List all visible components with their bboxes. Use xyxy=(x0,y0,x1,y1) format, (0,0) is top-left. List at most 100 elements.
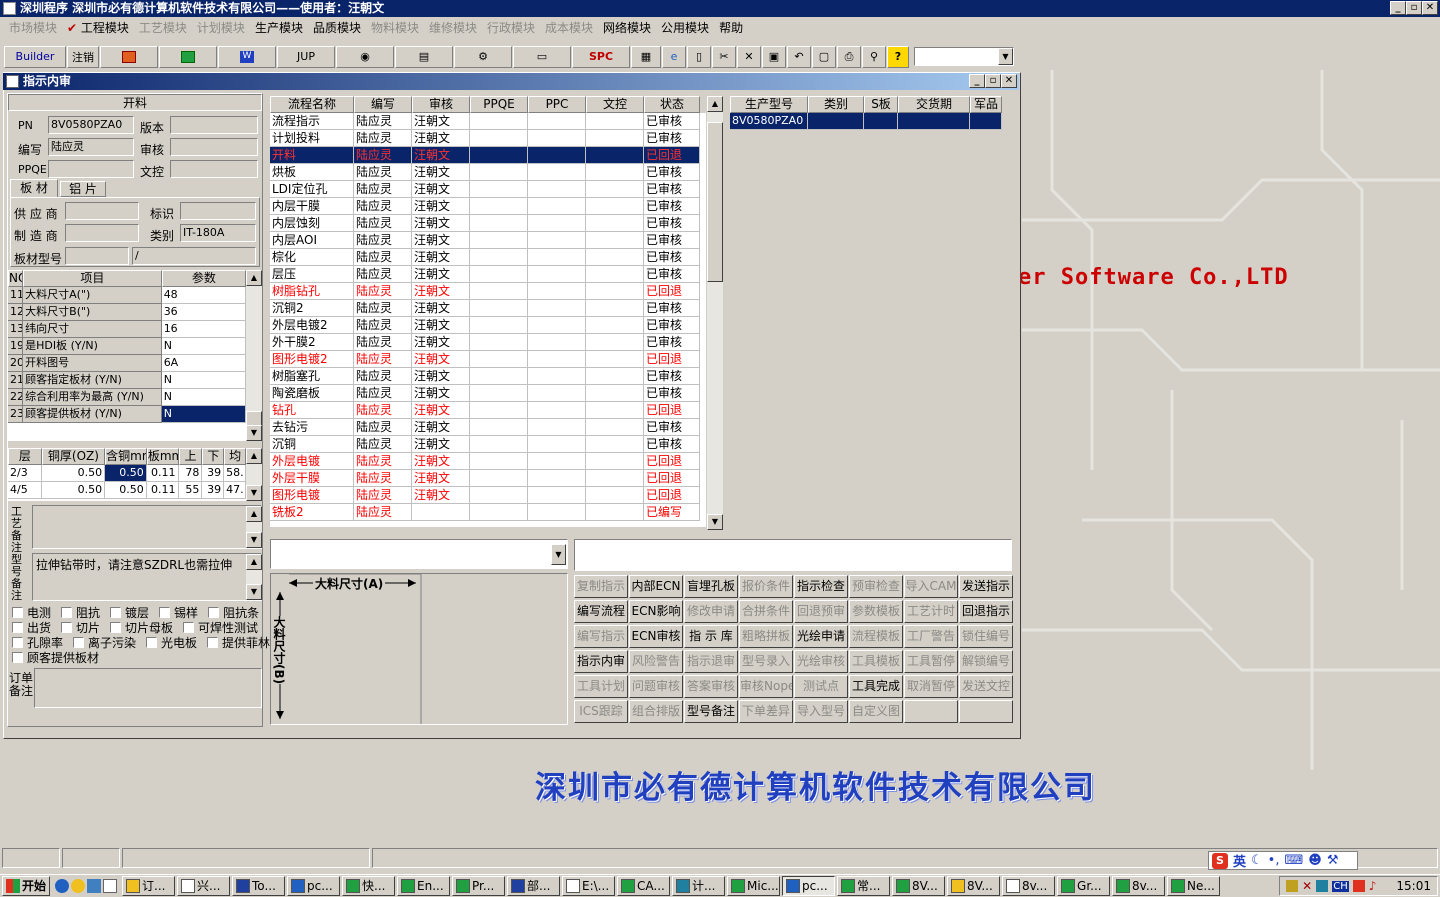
flow-row[interactable]: 沉铜2 陆应灵 汪朝文 已审核 xyxy=(270,300,706,317)
craft-note-field[interactable] xyxy=(32,505,262,549)
layer-header-cell[interactable]: 均 xyxy=(224,448,246,465)
flow-cell[interactable]: 陆应灵 xyxy=(354,402,412,419)
scroll-down-icon[interactable]: ▼ xyxy=(246,532,262,548)
flow-cell[interactable]: 陆应灵 xyxy=(354,249,412,266)
flow-cell[interactable] xyxy=(470,504,528,521)
flow-header-cell[interactable]: 编写 xyxy=(354,96,412,113)
action-button[interactable]: 复制指示 xyxy=(574,575,628,598)
model-cell[interactable] xyxy=(864,113,898,130)
flow-cell[interactable]: 汪朝文 xyxy=(412,334,470,351)
flow-cell[interactable] xyxy=(470,317,528,334)
flow-row[interactable]: 图形电镀2 陆应灵 汪朝文 已回退 xyxy=(270,351,706,368)
computer-icon[interactable]: ▭ xyxy=(513,45,571,68)
taskbar-item[interactable]: 兴... xyxy=(177,876,231,896)
layer-cell[interactable]: 39 xyxy=(202,465,225,482)
action-button[interactable]: 粗略拼板 xyxy=(739,625,793,648)
flow-cell[interactable] xyxy=(470,130,528,147)
action-button[interactable]: 指 示 库 xyxy=(684,625,738,648)
model-cell[interactable]: 8V0580PZA0 xyxy=(730,113,808,130)
model-field-2[interactable]: / xyxy=(132,247,256,265)
flow-cell[interactable]: 外干膜2 xyxy=(270,334,354,351)
flow-cell[interactable] xyxy=(528,453,586,470)
taskbar-item[interactable]: 订... xyxy=(122,876,176,896)
taskbar-item[interactable]: 常... xyxy=(837,876,891,896)
flow-cell[interactable] xyxy=(528,504,586,521)
moon-icon[interactable]: ☾ xyxy=(1251,853,1263,868)
flow-cell[interactable]: 汪朝文 xyxy=(412,164,470,181)
flow-cell[interactable] xyxy=(586,487,644,504)
chevron-down-icon[interactable]: ▼ xyxy=(998,48,1013,65)
menu-item-4[interactable]: 生产模块 xyxy=(250,19,308,36)
flow-cell[interactable] xyxy=(528,487,586,504)
new-file-icon[interactable]: ▯ xyxy=(687,45,711,68)
flow-cell[interactable] xyxy=(528,351,586,368)
flow-cell[interactable] xyxy=(470,436,528,453)
flow-cell[interactable] xyxy=(470,453,528,470)
action-button[interactable]: 发送文控 xyxy=(959,675,1013,698)
flow-cell[interactable] xyxy=(528,402,586,419)
params-header-cell[interactable]: 项目 xyxy=(23,270,162,287)
layer-cell[interactable]: 0.50 xyxy=(105,465,147,482)
flow-cell[interactable] xyxy=(528,198,586,215)
flow-cell[interactable]: 图形电镀2 xyxy=(270,351,354,368)
flow-cell[interactable] xyxy=(470,487,528,504)
params-cell[interactable]: 综合利用率为最高 (Y/N) xyxy=(23,389,162,406)
action-button[interactable]: 问题审核 xyxy=(629,675,683,698)
flow-cell[interactable]: 已审核 xyxy=(644,419,700,436)
help-icon[interactable]: ? xyxy=(887,45,909,68)
flow-cell[interactable]: 外层干膜 xyxy=(270,470,354,487)
flow-cell[interactable] xyxy=(470,385,528,402)
params-cell[interactable]: 6A xyxy=(161,355,246,372)
params-row[interactable]: 21 顾客指定板材 (Y/N) N xyxy=(8,372,246,389)
flow-cell[interactable]: 已审核 xyxy=(644,300,700,317)
builder-button[interactable]: Builder xyxy=(4,45,66,68)
taskbar-item[interactable]: CA... xyxy=(617,876,671,896)
flow-cell[interactable] xyxy=(586,130,644,147)
flow-row[interactable]: 外层电镀2 陆应灵 汪朝文 已审核 xyxy=(270,317,706,334)
taskbar-item[interactable]: En... xyxy=(397,876,451,896)
flow-cell[interactable]: 汪朝文 xyxy=(412,266,470,283)
flow-cell[interactable]: LDI定位孔 xyxy=(270,181,354,198)
taskbar-item[interactable]: Ne... xyxy=(1167,876,1221,896)
flow-cell[interactable] xyxy=(470,147,528,164)
action-button[interactable]: 编写指示 xyxy=(574,625,628,648)
scroll-down-icon[interactable]: ▼ xyxy=(707,514,723,530)
flow-cell[interactable]: 汪朝文 xyxy=(412,453,470,470)
flow-cell[interactable] xyxy=(470,300,528,317)
params-cell[interactable]: 顾客提供板材 (Y/N) xyxy=(23,406,162,423)
notepad-icon[interactable] xyxy=(103,879,118,893)
flow-cell[interactable]: 陆应灵 xyxy=(354,164,412,181)
layer-cell[interactable]: 39 xyxy=(202,482,225,499)
flow-row[interactable]: 内层AOI 陆应灵 汪朝文 已审核 xyxy=(270,232,706,249)
flow-header-cell[interactable]: PPQE xyxy=(470,96,528,113)
flow-cell[interactable] xyxy=(470,470,528,487)
flow-combo[interactable]: ▼ xyxy=(270,539,568,569)
action-button[interactable]: 下单差异 xyxy=(739,700,793,723)
flow-cell[interactable] xyxy=(528,266,586,283)
close-button[interactable]: ✕ xyxy=(1422,1,1438,15)
menu-item-9[interactable]: 成本模块 xyxy=(540,19,598,36)
flow-cell[interactable]: 已回退 xyxy=(644,147,700,164)
flow-cell[interactable]: 陶瓷磨板 xyxy=(270,385,354,402)
params-cell[interactable]: 22 xyxy=(8,389,24,406)
flow-cell[interactable]: 陆应灵 xyxy=(354,334,412,351)
flow-cell[interactable] xyxy=(586,198,644,215)
flow-cell[interactable] xyxy=(528,334,586,351)
flow-cell[interactable]: 已回退 xyxy=(644,453,700,470)
ime-toolbar[interactable]: S 英 ☾ •, ⌨ ☻ ⚒ xyxy=(1208,851,1358,870)
cross-icon[interactable]: ✕ xyxy=(1302,879,1312,893)
minimize-button[interactable]: _ xyxy=(1390,1,1406,15)
params-cell[interactable]: 48 xyxy=(161,287,246,304)
params-cell[interactable]: 36 xyxy=(161,304,246,321)
flow-row[interactable]: 外干膜2 陆应灵 汪朝文 已审核 xyxy=(270,334,706,351)
taskbar-item[interactable]: 计... xyxy=(672,876,726,896)
flow-header-cell[interactable]: 流程名称 xyxy=(270,96,354,113)
params-cell[interactable]: 开料图号 xyxy=(23,355,162,372)
model-header-cell[interactable]: 类别 xyxy=(808,96,864,113)
flow-cell[interactable]: 已审核 xyxy=(644,334,700,351)
params-cell[interactable]: 13 xyxy=(8,321,24,338)
sogou-icon[interactable]: S xyxy=(1212,852,1228,869)
flow-row[interactable]: 树脂钻孔 陆应灵 汪朝文 已回退 xyxy=(270,283,706,300)
flow-cell[interactable]: 陆应灵 xyxy=(354,113,412,130)
flow-cell[interactable]: 沉铜 xyxy=(270,436,354,453)
